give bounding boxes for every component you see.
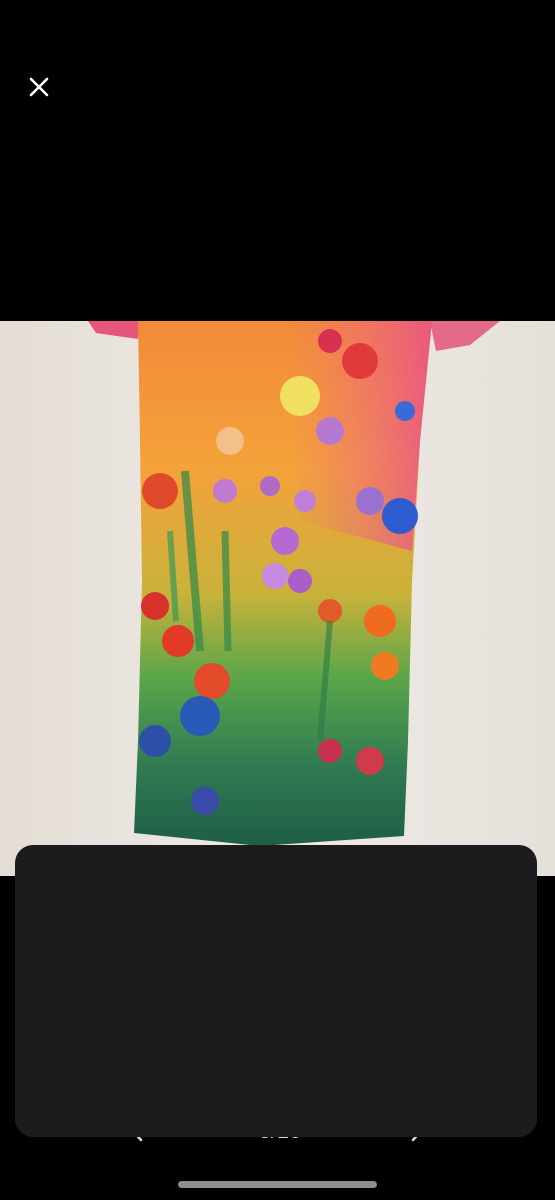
home-indicator[interactable] <box>178 1181 377 1188</box>
close-button[interactable] <box>20 70 58 108</box>
product-photo[interactable] <box>0 321 555 876</box>
bottom-sheet <box>15 845 537 1137</box>
close-icon <box>28 76 50 103</box>
